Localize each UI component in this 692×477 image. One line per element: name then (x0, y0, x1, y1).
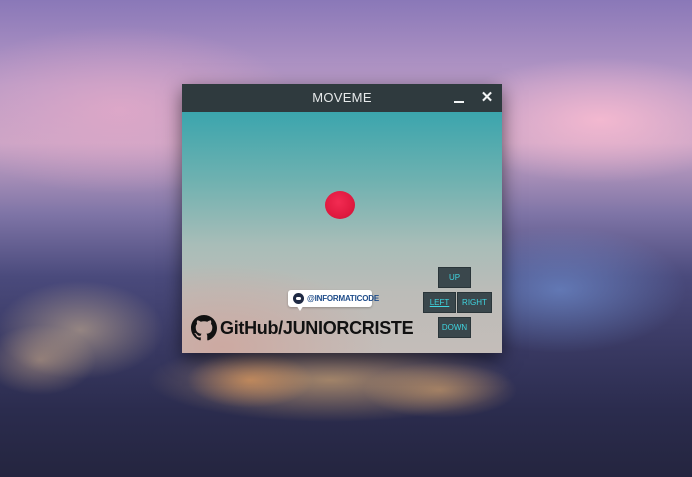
game-canvas: @INFORMATICODE GitHub/JUNIORCRISTE UP LE… (182, 112, 502, 353)
desktop-wallpaper: MOVEME ✕ @INFORMATICODE GitHub/JUNIORCRI… (0, 0, 692, 477)
twitter-avatar-icon (293, 293, 304, 304)
github-icon (191, 315, 217, 341)
red-ball (325, 191, 355, 219)
close-button[interactable]: ✕ (478, 89, 496, 107)
close-icon: ✕ (480, 89, 494, 106)
twitter-handle-badge: @INFORMATICODE (288, 290, 379, 311)
left-button-label: LEFT (429, 298, 450, 307)
minimize-icon (454, 101, 464, 103)
up-button[interactable]: UP (438, 267, 471, 288)
up-button-label: UP (448, 273, 461, 282)
title-bar[interactable]: MOVEME ✕ (182, 84, 502, 112)
minimize-button[interactable] (450, 89, 468, 107)
twitter-handle-text: @INFORMATICODE (307, 294, 379, 303)
down-button-label: DOWN (441, 323, 468, 332)
right-button-label: RIGHT (462, 298, 487, 307)
right-button[interactable]: RIGHT (457, 292, 492, 313)
moveme-window: MOVEME ✕ @INFORMATICODE GitHub/JUNIORCRI… (182, 84, 502, 353)
badge-tail (296, 305, 304, 311)
down-button[interactable]: DOWN (438, 317, 471, 338)
github-label: GitHub/JUNIORCRISTE (220, 318, 414, 338)
left-button[interactable]: LEFT (423, 292, 456, 313)
